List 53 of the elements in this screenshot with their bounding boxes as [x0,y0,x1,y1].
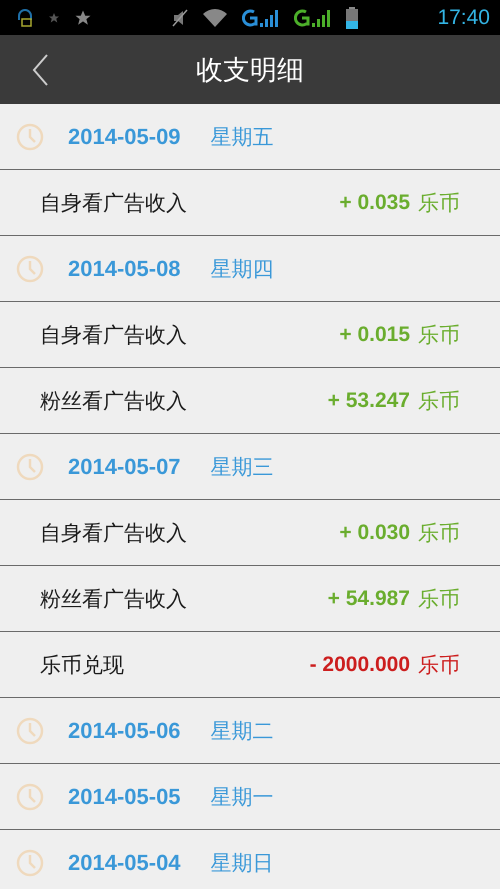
transaction-amount: - 2000.000 [310,652,410,676]
transaction-label: 自身看广告收入 [40,322,187,348]
date-label: 2014-05-06 [68,718,181,744]
clock-icon [16,122,44,150]
currency-unit: 乐币 [418,586,460,612]
transaction-row[interactable]: 自身看广告收入 + 0.015 乐币 [0,302,500,368]
currency-unit: 乐币 [418,388,460,414]
currency-unit: 乐币 [418,520,460,546]
battery-icon [346,6,358,28]
headset-icon [16,8,34,28]
weekday-label: 星期二 [210,718,274,744]
transaction-amount: + 0.035 [339,190,410,214]
clock-icon [16,848,44,876]
date-label: 2014-05-09 [68,124,181,150]
currency-unit: 乐币 [418,652,460,678]
transaction-amount: + 54.987 [328,586,410,610]
transaction-label: 自身看广告收入 [40,520,187,546]
clock-icon [16,716,44,744]
transaction-row[interactable]: 乐币兑现 - 2000.000 乐币 [0,632,500,698]
wifi-icon [202,8,228,28]
clock-icon [16,452,44,480]
clock-time: 17:40 [437,6,490,30]
signal-icon [294,6,332,28]
currency-unit: 乐币 [418,190,460,216]
page-title: 收支明细 [196,54,304,88]
transaction-label: 自身看广告收入 [40,190,187,216]
transaction-label: 乐币兑现 [40,652,124,678]
weekday-label: 星期三 [210,454,274,480]
transaction-label: 粉丝看广告收入 [40,586,187,612]
weekday-label: 星期日 [210,850,274,876]
weekday-label: 星期一 [210,784,274,810]
transaction-amount: + 0.030 [339,520,410,544]
transaction-row[interactable]: 粉丝看广告收入 + 54.987 乐币 [0,566,500,632]
star-icon [48,12,60,24]
clock-icon [16,254,44,282]
signal-icon [242,6,280,28]
mute-icon [172,8,188,28]
transaction-label: 粉丝看广告收入 [40,388,187,414]
transaction-row[interactable]: 粉丝看广告收入 + 53.247 乐币 [0,368,500,434]
date-label: 2014-05-07 [68,454,181,480]
clock-icon [16,782,44,810]
date-label: 2014-05-08 [68,256,181,282]
weekday-label: 星期五 [210,124,274,150]
back-icon [32,54,48,86]
star-icon [74,8,92,26]
transaction-row[interactable]: 自身看广告收入 + 0.035 乐币 [0,170,500,236]
transaction-amount: + 53.247 [328,388,410,412]
currency-unit: 乐币 [418,322,460,348]
transaction-row[interactable]: 自身看广告收入 + 0.030 乐币 [0,500,500,566]
weekday-label: 星期四 [210,256,274,282]
date-label: 2014-05-04 [68,850,181,876]
date-label: 2014-05-05 [68,784,181,810]
transaction-amount: + 0.015 [339,322,410,346]
